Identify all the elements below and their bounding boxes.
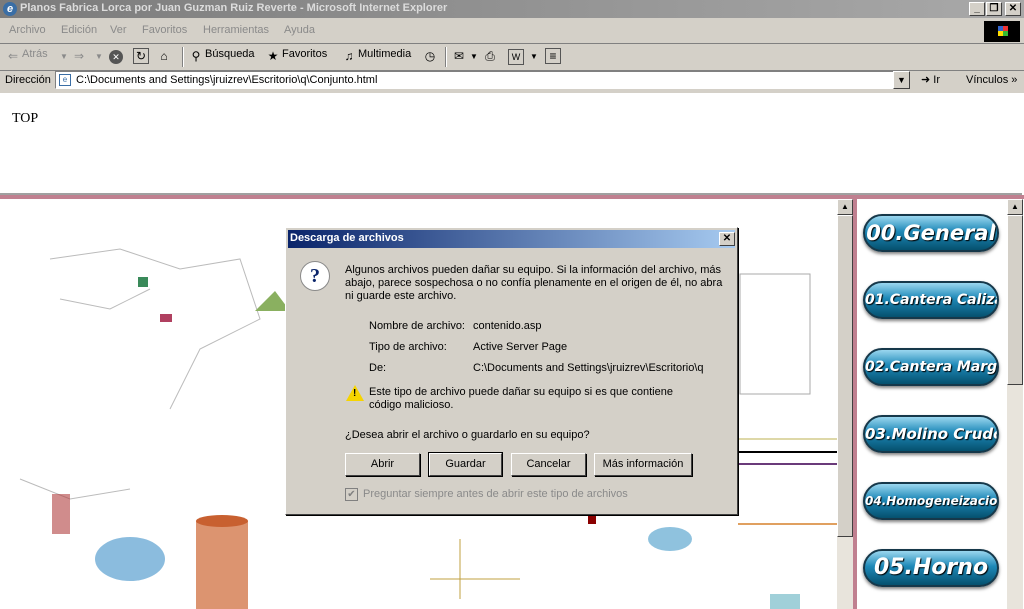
windows-logo-icon <box>984 21 1020 42</box>
menu-herramientas[interactable]: Herramientas <box>203 24 269 36</box>
top-frame-text: TOP <box>12 111 39 126</box>
go-arrow-icon: ➜ <box>921 74 931 86</box>
filename-label: Nombre de archivo: <box>369 320 465 332</box>
go-button[interactable]: ➜ Ir <box>921 73 940 86</box>
warning-text: Este tipo de archivo puede dañar su equi… <box>369 386 673 411</box>
close-icon: ✕ <box>722 233 732 244</box>
filetype-value: Active Server Page <box>473 341 568 353</box>
page-icon: e <box>59 74 71 86</box>
scroll-thumb[interactable] <box>837 215 853 537</box>
menu-bar: Archivo Edición Ver Favoritos Herramient… <box>0 19 1024 44</box>
nav-button-homogeneizacion[interactable]: 04.Homogeneizacion <box>863 482 999 520</box>
forward-arrow-icon: ⇒ <box>73 49 85 63</box>
nav-button-cantera-caliza[interactable]: 01.Cantera Caliza <box>863 281 999 319</box>
dialog-title-bar[interactable]: Descarga de archivos ✕ <box>288 230 735 248</box>
favorites-icon: ★ <box>267 49 279 63</box>
dialog-question: ¿Desea abrir el archivo o guardarlo en s… <box>345 429 590 441</box>
stop-button[interactable]: ✕ <box>109 48 125 64</box>
save-button[interactable]: Guardar <box>428 452 503 477</box>
address-input[interactable]: e C:\Documents and Settings\jruizrev\Esc… <box>55 71 910 89</box>
filename-value: contenido.asp <box>473 320 542 332</box>
multimedia-icon: ♫ <box>344 49 354 63</box>
minimize-button[interactable]: _ <box>969 2 985 16</box>
dialog-message: Algunos archivos pueden dañar su equipo.… <box>345 264 723 302</box>
cancel-button[interactable]: Cancelar <box>511 453 586 476</box>
edit-dropdown-icon[interactable]: ▼ <box>530 52 538 61</box>
scroll-up-button[interactable]: ▲ <box>837 199 853 215</box>
open-button[interactable]: Abrir <box>345 453 420 476</box>
menu-favoritos[interactable]: Favoritos <box>142 24 187 36</box>
refresh-icon: ↻ <box>133 48 149 64</box>
nav-button-general[interactable]: 00.General <box>863 214 999 252</box>
top-frame: TOP <box>0 93 1022 195</box>
download-dialog: Descarga de archivos ✕ ? Algunos archivo… <box>285 227 738 515</box>
edit-button[interactable]: W <box>508 48 526 65</box>
internet-explorer-icon: e <box>3 2 17 16</box>
discuss-icon: ≡ <box>545 48 561 64</box>
source-value: C:\Documents and Settings\jruizrev\Escri… <box>473 362 704 374</box>
window-title: Planos Fabrica Lorca por Juan Guzman Rui… <box>20 2 448 14</box>
question-icon: ? <box>300 261 330 291</box>
mail-icon: ✉ <box>453 49 465 63</box>
toolbar: ⇐ Atrás ▼ ⇒ ▼ ✕ ↻ ⌂ ⚲ Búsqueda ★ Favoritos … <box>0 44 1024 71</box>
menu-archivo[interactable]: Archivo <box>9 24 46 36</box>
discuss-button[interactable]: ≡ <box>545 48 563 64</box>
more-info-button[interactable]: Más información <box>594 453 692 476</box>
chevron-right-icon: » <box>1011 74 1018 86</box>
favorites-button[interactable]: ★ Favoritos <box>266 48 328 63</box>
always-ask-label: Preguntar siempre antes de abrir este ti… <box>363 488 628 500</box>
address-label: Dirección <box>5 74 51 86</box>
home-button[interactable]: ⌂ <box>157 48 173 63</box>
address-value: C:\Documents and Settings\jruizrev\Escri… <box>76 74 378 86</box>
printer-icon: ⎙ <box>485 49 495 63</box>
refresh-button[interactable]: ↻ <box>133 48 151 64</box>
links-button[interactable]: Vínculos » <box>966 74 1017 86</box>
home-icon: ⌂ <box>160 49 168 63</box>
history-button[interactable]: ◷ <box>423 48 439 63</box>
nav-scroll-up-button[interactable]: ▲ <box>1007 199 1023 215</box>
address-dropdown-button[interactable]: ▼ <box>893 71 910 89</box>
dialog-title: Descarga de archivos <box>290 232 404 244</box>
forward-button[interactable]: ⇒ <box>72 48 88 63</box>
back-button[interactable]: ⇐ Atrás <box>6 48 48 63</box>
always-ask-checkbox[interactable]: ✔ <box>345 488 358 501</box>
restore-button[interactable]: ❐ <box>986 2 1002 16</box>
menu-ver[interactable]: Ver <box>110 24 127 36</box>
close-window-button[interactable]: ✕ <box>1005 2 1021 16</box>
nav-button-cantera-marga[interactable]: 02.Cantera Marga <box>863 348 999 386</box>
filetype-label: Tipo de archivo: <box>369 341 447 353</box>
source-label: De: <box>369 362 387 374</box>
dialog-close-button[interactable]: ✕ <box>719 232 735 246</box>
warning-exclamation: ! <box>353 388 357 399</box>
search-icon: ⚲ <box>191 49 201 63</box>
window-title-bar[interactable]: e Planos Fabrica Lorca por Juan Guzman R… <box>0 0 1024 18</box>
toolbar-separator <box>182 47 184 67</box>
navigation-frame <box>857 199 1007 609</box>
toolbar-separator <box>445 47 447 67</box>
mail-button[interactable]: ✉ <box>452 48 468 63</box>
search-button[interactable]: ⚲ Búsqueda <box>189 48 255 63</box>
nav-button-horno[interactable]: 05.Horno <box>863 549 999 587</box>
mail-dropdown-icon[interactable]: ▼ <box>470 52 478 61</box>
print-button[interactable]: ⎙ <box>483 48 499 63</box>
address-bar: Dirección e C:\Documents and Settings\jr… <box>0 70 1024 92</box>
nav-button-molino-crudo[interactable]: 03.Molino Crudo <box>863 415 999 453</box>
menu-ayuda[interactable]: Ayuda <box>284 24 315 36</box>
word-edit-icon: W <box>508 49 524 65</box>
nav-scroll-thumb[interactable] <box>1007 215 1023 385</box>
back-dropdown-icon[interactable]: ▼ <box>60 52 68 61</box>
forward-dropdown-icon[interactable]: ▼ <box>95 52 103 61</box>
back-arrow-icon: ⇐ <box>7 49 19 63</box>
history-icon: ◷ <box>424 49 436 63</box>
multimedia-button[interactable]: ♫ Multimedia <box>342 48 412 63</box>
menu-edicion[interactable]: Edición <box>61 24 97 36</box>
stop-icon: ✕ <box>109 50 123 64</box>
